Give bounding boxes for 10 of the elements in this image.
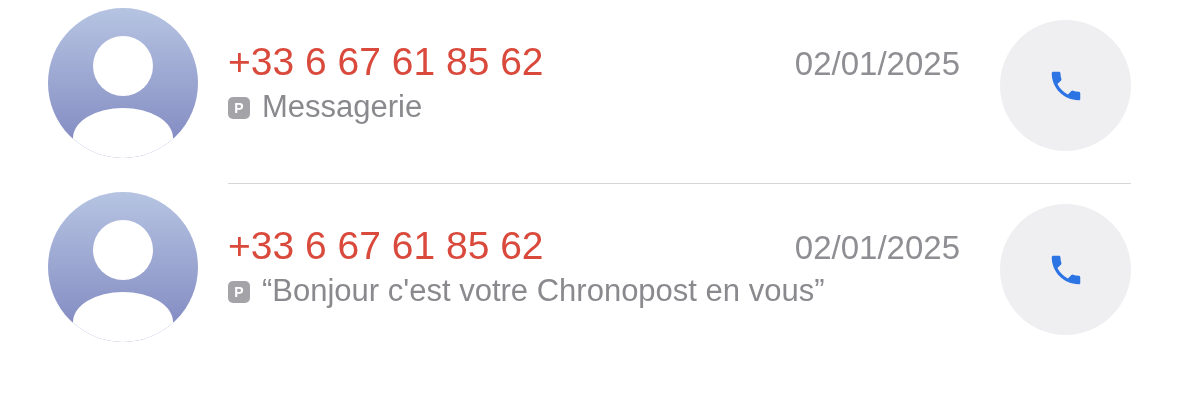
avatar-icon <box>48 8 198 158</box>
phone-number: +33 6 67 61 85 62 <box>228 40 544 84</box>
call-description: “Bonjour c'est votre Chronopost en vous” <box>262 272 825 310</box>
call-date: 02/01/2025 <box>794 228 960 268</box>
avatar-icon <box>48 192 198 342</box>
call-date: 02/01/2025 <box>794 44 960 84</box>
phone-number: +33 6 67 61 85 62 <box>228 224 544 268</box>
label-badge: P <box>228 281 250 303</box>
label-badge: P <box>228 97 250 119</box>
call-description: Messagerie <box>262 88 423 126</box>
